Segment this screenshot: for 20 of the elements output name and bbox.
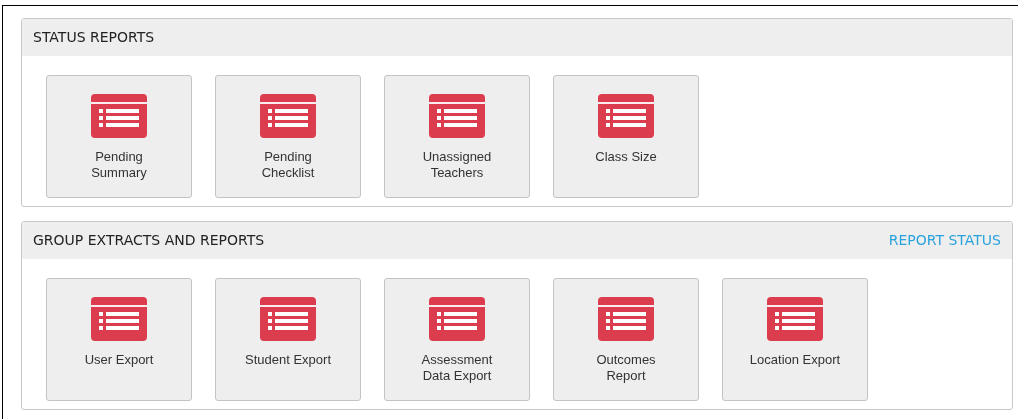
- report-tile[interactable]: Assessment Data Export: [384, 278, 530, 401]
- report-list-icon: [429, 94, 485, 138]
- panel-title: GROUP EXTRACTS AND REPORTS: [33, 231, 265, 250]
- report-list-icon: [260, 94, 316, 138]
- report-list-icon: [260, 297, 316, 341]
- report-list-icon: [91, 94, 147, 138]
- report-tile[interactable]: Outcomes Report: [553, 278, 699, 401]
- report-tile[interactable]: User Export: [46, 278, 192, 401]
- report-tile[interactable]: Student Export: [215, 278, 361, 401]
- report-tile[interactable]: Unassigned Teachers: [384, 75, 530, 198]
- report-list-icon: [91, 297, 147, 341]
- report-tile[interactable]: Pending Checklist: [215, 75, 361, 198]
- report-tile[interactable]: Location Export: [722, 278, 868, 401]
- report-tile[interactable]: Class Size: [553, 75, 699, 198]
- report-list-icon: [598, 94, 654, 138]
- report-list-icon: [429, 297, 485, 341]
- panel-title: STATUS REPORTS: [33, 28, 155, 47]
- report-tile[interactable]: Pending Summary: [46, 75, 192, 198]
- report-list-icon: [767, 297, 823, 341]
- report-list-icon: [598, 297, 654, 341]
